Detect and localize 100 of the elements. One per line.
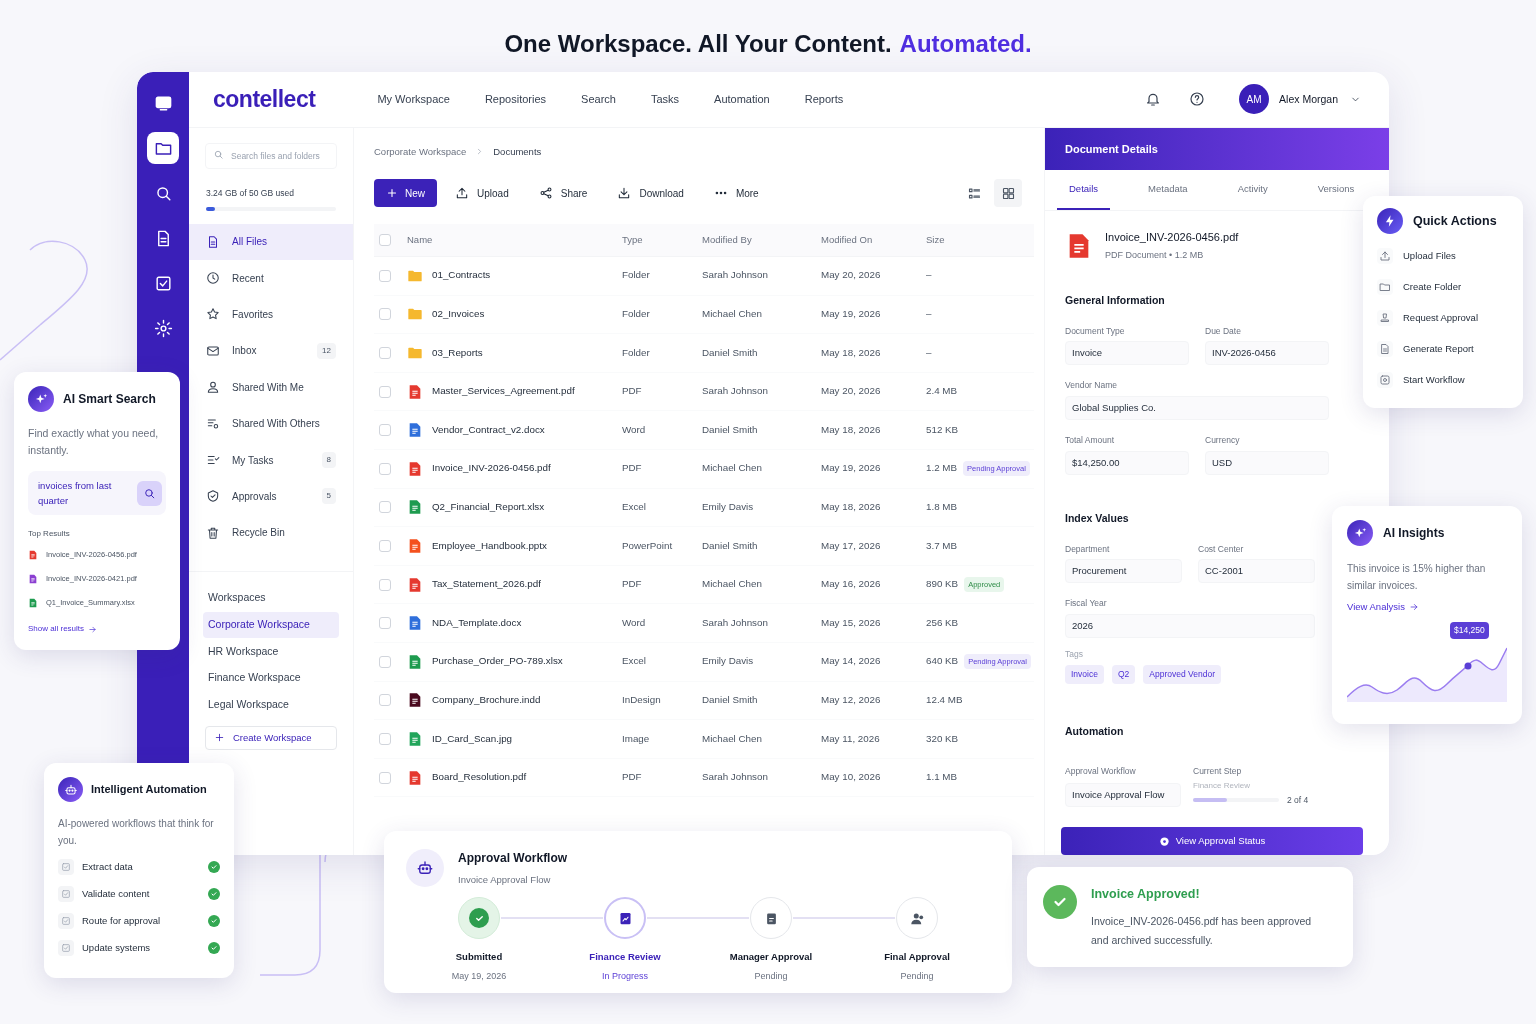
workspace-item[interactable]: Corporate Workspace bbox=[203, 611, 339, 639]
file-name[interactable]: 01_Contracts bbox=[432, 268, 491, 284]
row-checkbox[interactable] bbox=[379, 234, 391, 246]
field-value[interactable]: Procurement bbox=[1065, 559, 1182, 584]
row-checkbox[interactable] bbox=[379, 539, 391, 552]
file-name[interactable]: 03_Reports bbox=[432, 345, 483, 361]
file-name[interactable]: Employee_Handbook.pptx bbox=[432, 538, 547, 554]
sidebar-item[interactable]: Approvals 5 bbox=[189, 478, 353, 515]
sidebar-item[interactable]: My Tasks 8 bbox=[189, 441, 353, 479]
nav-link[interactable]: My Workspace bbox=[377, 91, 450, 108]
workspace-item[interactable]: Legal Workspace bbox=[203, 691, 339, 718]
row-checkbox[interactable] bbox=[379, 424, 391, 437]
row-checkbox[interactable] bbox=[379, 771, 391, 784]
column-header[interactable]: Modified On bbox=[821, 232, 926, 248]
field-value[interactable]: Invoice bbox=[1065, 341, 1189, 366]
row-checkbox[interactable] bbox=[379, 269, 391, 282]
sidebar-item[interactable]: Shared With Me bbox=[189, 369, 353, 406]
toolbar-button[interactable]: Upload bbox=[455, 185, 509, 201]
file-name[interactable]: Board_Resolution.pdf bbox=[432, 770, 527, 785]
nav-link[interactable]: Tasks bbox=[650, 91, 680, 108]
field-value[interactable]: CC-2001 bbox=[1198, 559, 1315, 584]
row-checkbox[interactable] bbox=[379, 462, 391, 475]
user-name[interactable]: Alex Morgan bbox=[1279, 91, 1338, 108]
quick-action[interactable]: Create Folder bbox=[1377, 279, 1509, 295]
sidebar-item[interactable]: Recent bbox=[189, 259, 353, 297]
arrow-right-icon bbox=[1408, 602, 1419, 613]
file-name[interactable]: ID_Card_Scan.jpg bbox=[432, 731, 513, 747]
field-label: Currency bbox=[1205, 434, 1241, 447]
grid-view-icon bbox=[1000, 185, 1016, 201]
sidebar-item[interactable]: Inbox 12 bbox=[189, 332, 353, 370]
sidebar-item[interactable]: Shared With Others bbox=[189, 405, 353, 442]
search-field[interactable]: Search files and folders bbox=[205, 142, 337, 169]
nav-link[interactable]: Search bbox=[581, 91, 616, 108]
tab[interactable]: Metadata bbox=[1136, 169, 1200, 210]
row-checkbox[interactable] bbox=[379, 694, 391, 707]
file-name[interactable]: Company_Brochure.indd bbox=[432, 693, 541, 708]
column-header[interactable]: Name bbox=[404, 232, 622, 248]
report-icon bbox=[1379, 343, 1391, 355]
tab[interactable]: Versions bbox=[1305, 169, 1367, 210]
file-name[interactable]: Tax_Statement_2026.pdf bbox=[432, 577, 541, 592]
file-name[interactable]: Q2_Financial_Report.xlsx bbox=[432, 500, 545, 515]
quick-action[interactable]: Generate Report bbox=[1377, 341, 1509, 357]
row-checkbox[interactable] bbox=[379, 655, 391, 668]
workspace-item[interactable]: Finance Workspace bbox=[203, 664, 339, 692]
field-label: Cost Center bbox=[1198, 542, 1245, 556]
breadcrumb-link[interactable]: Corporate Workspace bbox=[374, 144, 467, 159]
view-analysis-link[interactable]: View Analysis bbox=[1347, 600, 1507, 615]
quick-action[interactable]: Start Workflow bbox=[1377, 372, 1509, 388]
toolbar-button[interactable]: More bbox=[713, 185, 759, 201]
column-header[interactable]: Size bbox=[926, 232, 1034, 248]
sidebar-item[interactable]: Recycle Bin bbox=[189, 514, 353, 551]
spreadsheet-file-icon bbox=[28, 597, 38, 609]
sidebar-item[interactable]: Favorites bbox=[189, 296, 353, 333]
field-value[interactable]: Global Supplies Co. bbox=[1065, 396, 1329, 420]
show-all-link[interactable]: Show all results bbox=[28, 623, 166, 635]
file-name[interactable]: Vendor_Contract_v2.docx bbox=[432, 422, 545, 438]
notification-button[interactable] bbox=[1145, 91, 1162, 108]
row-checkbox[interactable] bbox=[379, 501, 391, 514]
file-name[interactable]: Invoice_INV-2026-0456.pdf bbox=[432, 461, 551, 477]
field-value[interactable]: USD bbox=[1205, 450, 1329, 475]
create-workspace-button[interactable]: Create Workspace bbox=[205, 725, 337, 750]
sidebar-item[interactable]: All Files bbox=[189, 223, 353, 260]
view-approval-button[interactable]: View Approval Status bbox=[1061, 827, 1363, 855]
toolbar-button[interactable]: Share bbox=[538, 185, 588, 201]
column-header[interactable]: Modified By bbox=[702, 232, 821, 248]
new-button[interactable]: New bbox=[374, 179, 437, 207]
table-cell-text: Folder bbox=[622, 345, 651, 360]
tab[interactable]: Details bbox=[1057, 169, 1111, 210]
card-subtitle: Invoice Approval Flow bbox=[458, 873, 552, 887]
search-button[interactable] bbox=[137, 480, 162, 506]
field-value[interactable]: INV-2026-0456 bbox=[1205, 341, 1329, 366]
toolbar-button[interactable]: Download bbox=[617, 185, 684, 201]
file-name[interactable]: Purchase_Order_PO-789.xlsx bbox=[432, 654, 563, 670]
rail-button[interactable] bbox=[147, 132, 179, 164]
row-checkbox[interactable] bbox=[379, 385, 391, 398]
row-checkbox[interactable] bbox=[379, 732, 391, 745]
nav-link[interactable]: Reports bbox=[804, 91, 844, 108]
tab[interactable]: Activity bbox=[1225, 169, 1280, 210]
nav-link[interactable]: Repositories bbox=[484, 91, 547, 108]
search-query-field[interactable]: invoices from last quarter bbox=[28, 471, 166, 515]
file-name[interactable]: NDA_Template.docx bbox=[432, 615, 522, 631]
document-file-icon bbox=[28, 573, 38, 585]
view-toggle[interactable] bbox=[994, 179, 1022, 207]
nav-link[interactable]: Automation bbox=[714, 91, 770, 108]
field-value[interactable]: 2026 bbox=[1065, 614, 1315, 638]
workspace-item[interactable]: HR Workspace bbox=[203, 638, 339, 665]
column-header[interactable]: Type bbox=[622, 232, 702, 248]
help-button[interactable] bbox=[1189, 91, 1206, 108]
file-name[interactable]: Master_Services_Agreement.pdf bbox=[432, 384, 575, 399]
file-name[interactable]: 02_Invoices bbox=[432, 307, 485, 322]
quick-action[interactable]: Upload Files bbox=[1377, 248, 1509, 264]
row-checkbox[interactable] bbox=[379, 578, 391, 591]
field-value[interactable]: $14,250.00 bbox=[1065, 450, 1189, 475]
table-cell-text: May 14, 2026 bbox=[821, 654, 882, 669]
field-value[interactable]: Invoice Approval Flow bbox=[1065, 783, 1181, 807]
row-checkbox[interactable] bbox=[379, 308, 391, 321]
row-checkbox[interactable] bbox=[379, 347, 391, 359]
quick-action[interactable]: Request Approval bbox=[1377, 310, 1509, 326]
row-checkbox[interactable] bbox=[379, 617, 391, 630]
card-title: AI Insights bbox=[1383, 525, 1445, 542]
